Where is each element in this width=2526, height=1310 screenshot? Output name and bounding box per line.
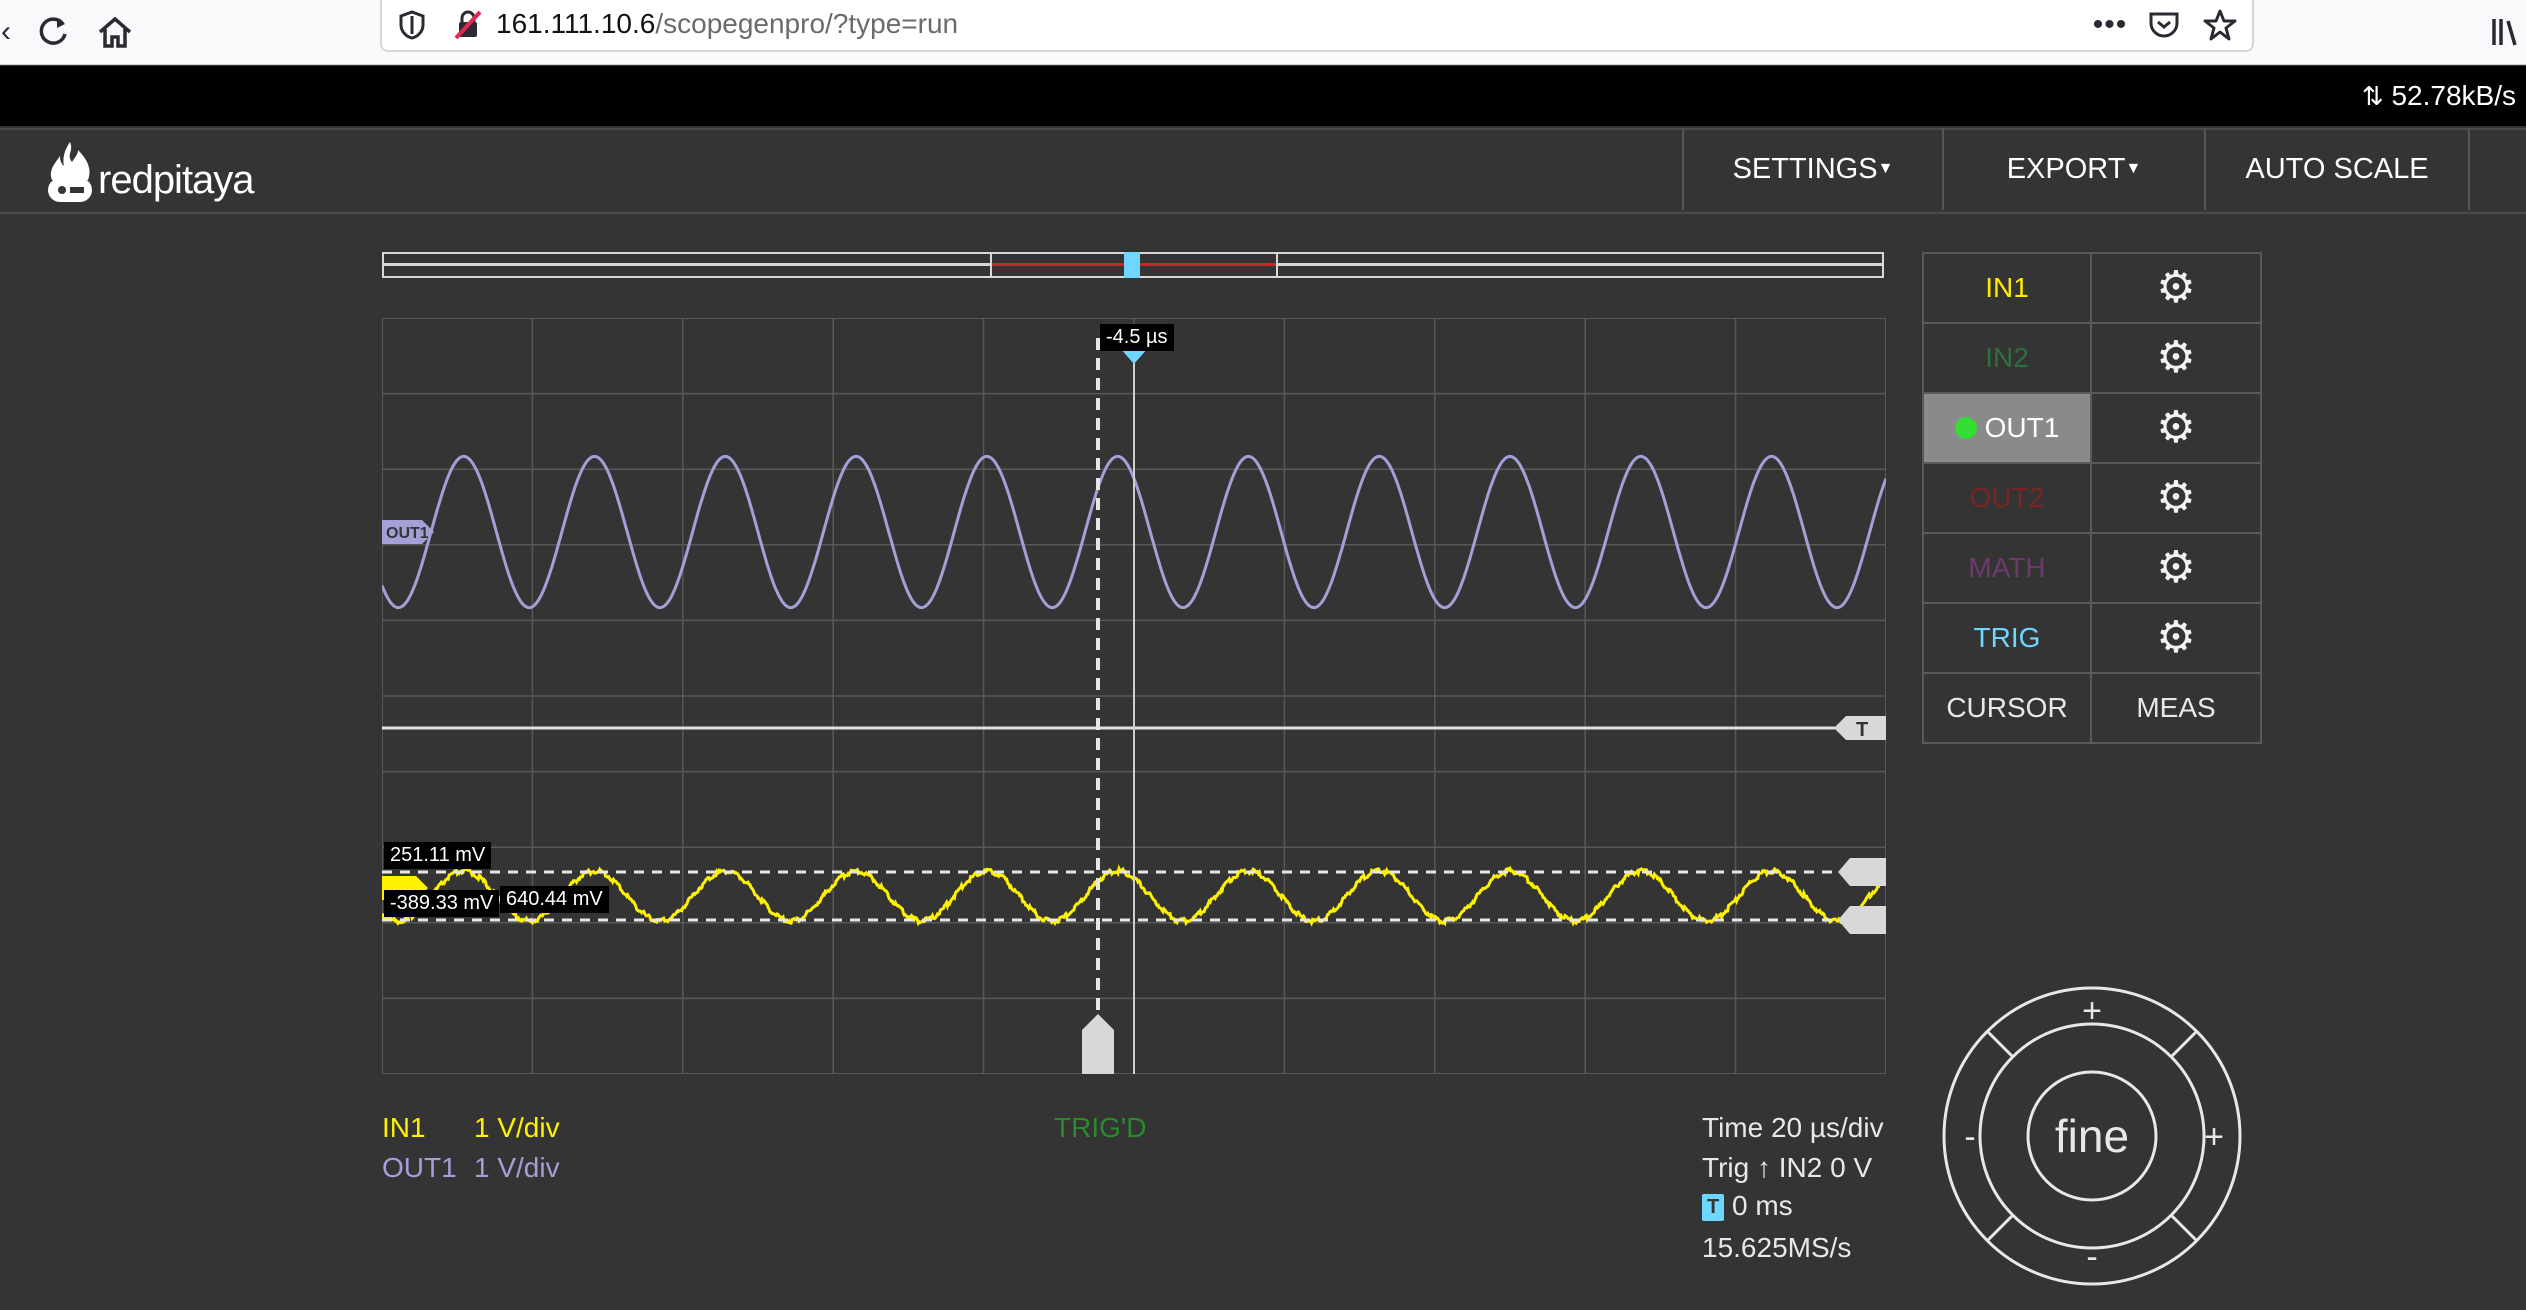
url-path: /scopegenpro/?type=run <box>655 8 959 39</box>
network-speed-value: 52.78kB/s <box>2391 80 2516 111</box>
gear-icon: ⚙ <box>2156 613 2196 662</box>
caret-down-icon: ▼ <box>2125 160 2142 177</box>
trigger-prefix: Trig <box>1702 1152 1750 1183</box>
channel-out2-button[interactable]: OUT2 <box>1922 462 2092 534</box>
upper-cursor-handle[interactable] <box>1838 858 1886 886</box>
home-icon[interactable] <box>92 0 138 64</box>
library-icon[interactable] <box>2488 0 2522 64</box>
trigger-position-handle[interactable] <box>1082 1014 1114 1074</box>
trigger-source: IN2 0 V <box>1778 1152 1873 1183</box>
channel-in2-label: IN2 <box>1985 342 2029 373</box>
channel-in2-settings-button[interactable]: ⚙ <box>2090 322 2262 394</box>
shield-icon[interactable] <box>392 0 432 50</box>
cursor-delta-tag: 640.44 mV <box>500 886 609 913</box>
trigger-status: TRIG'D <box>1054 1112 1147 1143</box>
settings-label: SETTINGS <box>1732 152 1878 185</box>
channel-active-indicator-icon <box>1954 417 1977 439</box>
fine-label: fine <box>2055 1110 2129 1162</box>
redpitaya-logo-icon[interactable] <box>44 140 96 206</box>
channel-out1-settings-button[interactable]: ⚙ <box>2090 392 2262 464</box>
caret-down-icon: ▼ <box>1877 160 1894 177</box>
channel-trig-settings-button[interactable]: ⚙ <box>2090 602 2262 674</box>
network-speed: ⇅ 52.78kB/s <box>2362 80 2516 112</box>
fine-right-label[interactable]: + <box>2204 1118 2224 1156</box>
more-icon[interactable]: ••• <box>2090 0 2130 50</box>
back-icon[interactable]: ‹ <box>0 0 12 64</box>
gear-icon: ⚙ <box>2156 403 2196 452</box>
cursor-label: CURSOR <box>1946 692 2068 723</box>
out1-scale-name: OUT1 <box>382 1152 457 1183</box>
measure-button[interactable]: MEAS <box>2090 672 2262 744</box>
export-label: EXPORT <box>2006 152 2126 185</box>
channel-math-label: MATH <box>1968 552 2046 583</box>
time-overview-bar[interactable] <box>382 252 1884 278</box>
url-host: 161.111.10.6 <box>496 8 656 39</box>
time-scale: Time 20 µs/div <box>1702 1112 1884 1143</box>
lower-cursor-tag: -389.33 mV <box>384 890 500 917</box>
trigger-delay-badge-icon: T <box>1702 1194 1725 1222</box>
channel-trig-button[interactable]: TRIG <box>1922 602 2092 674</box>
trigger-info: Trig ↑ IN2 0 V <box>1702 1152 1872 1184</box>
channel-in1-button[interactable]: IN1 <box>1922 252 2092 324</box>
auto-scale-label: AUTO SCALE <box>2245 152 2429 185</box>
in1-scale-name: IN1 <box>382 1112 426 1143</box>
fine-up-label[interactable]: + <box>2082 992 2102 1030</box>
reload-icon[interactable] <box>30 0 76 64</box>
export-menu-button[interactable]: EXPORT ▼ <box>1942 128 2204 210</box>
lower-cursor-handle[interactable] <box>1838 906 1886 934</box>
insecure-lock-icon[interactable] <box>448 0 488 50</box>
gear-icon: ⚙ <box>2156 263 2196 312</box>
channel-in2-button[interactable]: IN2 <box>1922 322 2092 394</box>
channel-out1-button[interactable]: OUT1 <box>1922 392 2092 464</box>
gear-icon: ⚙ <box>2156 333 2196 382</box>
auto-scale-button[interactable]: AUTO SCALE <box>2204 128 2470 210</box>
fine-down-label[interactable]: - <box>2086 1238 2097 1276</box>
channel-out2-settings-button[interactable]: ⚙ <box>2090 462 2262 534</box>
gear-icon: ⚙ <box>2156 543 2196 592</box>
rising-edge-icon: ↑ <box>1756 1152 1771 1183</box>
trigger-delay-value: 0 ms <box>1732 1190 1793 1221</box>
status-bar <box>0 66 2526 126</box>
oscilloscope-graph[interactable]: OUT1 T <box>382 318 1886 1074</box>
fine-left-label[interactable]: - <box>1964 1118 1975 1156</box>
logo-text: redpitaya <box>98 158 255 202</box>
fine-control-pad: + - - + fine <box>1942 986 2242 1286</box>
measure-label: MEAS <box>2136 692 2216 723</box>
settings-menu-button[interactable]: SETTINGS ▼ <box>1682 128 1942 210</box>
channel-math-settings-button[interactable]: ⚙ <box>2090 532 2262 604</box>
upper-cursor-tag: 251.11 mV <box>384 842 492 869</box>
in1-scale-value: 1 V/div <box>474 1112 560 1143</box>
channel-in1-settings-button[interactable]: ⚙ <box>2090 252 2262 324</box>
sample-rate: 15.625MS/s <box>1702 1232 1852 1263</box>
url-text: 161.111.10.6/scopegenpro/?type=run <box>496 8 958 40</box>
channel-out1-label: OUT1 <box>1984 412 2060 443</box>
star-icon[interactable] <box>2200 0 2240 50</box>
overview-trigger-marker[interactable] <box>1124 252 1140 278</box>
time-cursor-tag: -4.5 µs <box>1100 324 1174 351</box>
transfer-icon: ⇅ <box>2361 81 2384 111</box>
channel-out2-label: OUT2 <box>1969 482 2045 513</box>
trigger-delay: T 0 ms <box>1702 1190 1793 1222</box>
channel-in1-label: IN1 <box>1985 272 2029 303</box>
overview-window-right <box>1276 252 1278 278</box>
channel-trig-label: TRIG <box>1973 622 2041 653</box>
cursor-button[interactable]: CURSOR <box>1922 672 2092 744</box>
out1-scale-value: 1 V/div <box>474 1152 560 1183</box>
channel-math-button[interactable]: MATH <box>1922 532 2092 604</box>
trigger-level-marker-label: T <box>1856 719 1868 741</box>
pocket-icon[interactable] <box>2144 0 2184 50</box>
gear-icon: ⚙ <box>2156 473 2196 522</box>
out1-marker-label: OUT1 <box>386 525 429 542</box>
